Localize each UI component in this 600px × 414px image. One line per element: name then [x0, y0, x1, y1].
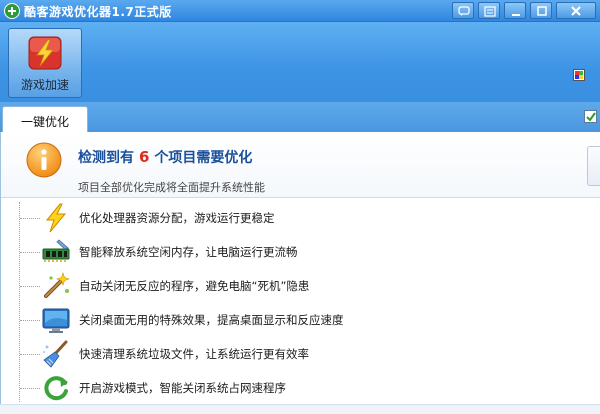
memory-icon: [42, 239, 70, 262]
item-text: 开启游戏模式，智能关闭系统占网速程序: [79, 381, 286, 395]
close-icon: [571, 6, 581, 16]
list-item: 优化处理器资源分配，游戏运行更稳定: [1, 201, 600, 235]
game-boost-label: 游戏加速: [20, 78, 69, 92]
item-text: 关闭桌面无用的特殊效果，提高桌面显示和反应速度: [79, 313, 344, 327]
wand-icon: [44, 272, 70, 298]
close-button[interactable]: [556, 2, 596, 19]
maximize-button[interactable]: [530, 2, 552, 19]
tree-elbow: [20, 320, 40, 321]
issue-count: 6: [139, 148, 150, 166]
tree-elbow: [20, 218, 40, 219]
feedback-button[interactable]: [452, 2, 474, 19]
list-item: 关闭桌面无用的特殊效果，提高桌面显示和反应速度: [1, 303, 600, 337]
item-text: 自动关闭无反应的程序，避免电脑“死机”隐患: [79, 279, 310, 293]
broom-icon: [43, 340, 68, 368]
item-text: 优化处理器资源分配，游戏运行更稳定: [79, 211, 275, 225]
toolbar: 游戏加速: [0, 22, 600, 102]
list-item: 开启游戏模式，智能关闭系统占网速程序: [1, 371, 600, 405]
summary-header: 检测到有 6 个项目需要优化 项目全部优化完成将全面提升系统性能: [1, 132, 600, 198]
tree-elbow: [20, 252, 40, 253]
tab-one-click-optimize[interactable]: 一键优化: [2, 106, 88, 132]
summary-description: 项目全部优化完成将全面提升系统性能: [78, 181, 265, 194]
minimize-icon: [512, 14, 520, 16]
list-item: 自动关闭无反应的程序，避免电脑“死机”隐患: [1, 269, 600, 303]
select-all-checkbox[interactable]: [584, 110, 597, 123]
checkmark-icon: [586, 112, 596, 122]
chat-bubble-icon: [458, 6, 470, 16]
optimize-button-edge[interactable]: [587, 146, 600, 186]
app-logo-icon: [4, 3, 20, 19]
title-bar: 酷客游戏优化器1.7正式版: [0, 0, 600, 22]
tree-elbow: [20, 354, 40, 355]
maximize-icon: [537, 6, 547, 16]
menu-button[interactable]: [478, 2, 500, 19]
item-text: 智能释放系统空闲内存，让电脑运行更流畅: [79, 245, 298, 259]
skin-palette-icon[interactable]: [573, 69, 585, 81]
optimize-panel: 检测到有 6 个项目需要优化 项目全部优化完成将全面提升系统性能 优化处理器资源分配…: [0, 132, 600, 414]
tab-bar: 一键优化: [0, 102, 600, 132]
tab-label: 一键优化: [20, 115, 69, 129]
tree-elbow: [20, 286, 40, 287]
tree-elbow: [20, 388, 40, 389]
window-title: 酷客游戏优化器1.7正式版: [24, 5, 172, 19]
list-item: 快速清理系统垃圾文件，让系统运行更有效率: [1, 337, 600, 371]
info-icon: [26, 142, 62, 178]
summary-prefix: 检测到有: [78, 150, 134, 166]
menu-icon: [484, 6, 496, 17]
refresh-icon: [44, 376, 68, 401]
status-bar: [0, 404, 600, 414]
lightning-bolt-icon: [28, 36, 62, 70]
summary-headline: 检测到有 6 个项目需要优化: [78, 147, 252, 167]
minimize-button[interactable]: [504, 2, 526, 19]
list-item: 智能释放系统空闲内存，让电脑运行更流畅: [1, 235, 600, 269]
summary-suffix: 个项目需要优化: [154, 150, 253, 166]
game-boost-button[interactable]: 游戏加速: [8, 28, 82, 98]
item-text: 快速清理系统垃圾文件，让系统运行更有效率: [79, 347, 309, 361]
desktop-icon: [42, 308, 70, 333]
lightning-icon: [45, 203, 67, 233]
